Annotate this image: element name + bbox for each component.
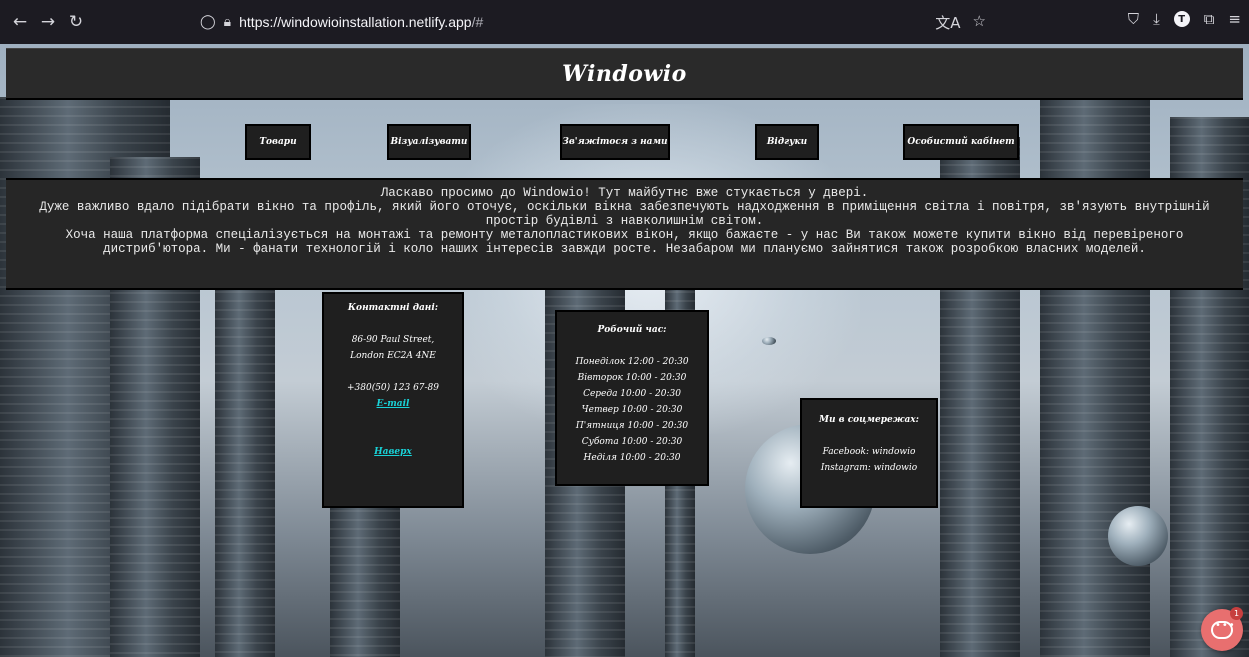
intro-text-block: Ласкаво просимо до Windowio! Тут майбутн… <box>6 178 1243 290</box>
intro-paragraph-1: Дуже важливо вдало підібрати вікно та пр… <box>39 200 1210 228</box>
menu-item-products[interactable]: Товари <box>245 124 311 160</box>
menu-item-visualize[interactable]: Візуалізувати <box>387 124 471 160</box>
chat-notification-badge: 1 <box>1230 607 1243 620</box>
background-tower <box>215 237 275 657</box>
working-hours-box: Робочий час: Понеділок 12:00 - 20:30 Вів… <box>555 310 709 486</box>
hours-heading: Робочий час: <box>597 325 667 335</box>
site-title[interactable]: Windowio <box>562 61 687 87</box>
hours-wednesday: Середа 10:00 - 20:30 <box>583 389 681 399</box>
intro-paragraph-2: Хоча наша платформа спеціалізується на м… <box>65 228 1184 256</box>
social-heading: Ми в соцмережах: <box>819 415 919 425</box>
hours-saturday: Субота 10:00 - 20:30 <box>581 437 683 447</box>
chat-widget-button[interactable]: 1 <box>1201 607 1243 651</box>
background-sphere <box>762 337 776 345</box>
contacts-heading: Контактні дані: <box>347 303 439 313</box>
phone-number: +380(50) 123 67-89 <box>346 383 440 393</box>
extensions-icon[interactable]: ⧉ <box>1204 10 1215 28</box>
reload-icon[interactable]: ↻ <box>62 12 90 32</box>
hours-friday: П'ятниця 10:00 - 20:30 <box>575 421 689 431</box>
page-viewport: Windowio Товари Візуалізувати Зв'яжітося… <box>0 44 1249 657</box>
address-bar[interactable]: ◯ 🔒︎ https://windowioinstallation.netlif… <box>200 7 998 37</box>
contacts-box: Контактні дані: 86-90 Paul Street, Londo… <box>322 292 464 508</box>
download-icon[interactable]: ⤓ <box>1153 10 1160 28</box>
hours-monday: Понеділок 12:00 - 20:30 <box>575 357 689 367</box>
menu-item-account[interactable]: Особистий кабінет <box>903 124 1019 160</box>
email-link[interactable]: E-mail <box>377 399 410 409</box>
menu-icon[interactable]: ≡ <box>1228 10 1241 28</box>
address-line-1: 86-90 Paul Street, <box>351 335 435 345</box>
account-icon[interactable]: T <box>1173 11 1190 27</box>
url-path: /# <box>471 14 484 30</box>
hours-thursday: Четвер 10:00 - 20:30 <box>581 405 683 415</box>
pocket-icon[interactable]: ⛉ <box>1128 10 1139 28</box>
facebook-account: Facebook: windowio <box>822 447 916 457</box>
browser-toolbar: ← → ↻ ◯ 🔒︎ https://windowioinstallation.… <box>0 0 1249 44</box>
background-sphere <box>1108 506 1168 566</box>
menu-item-contact-us[interactable]: Зв'яжітося з нами <box>560 124 670 160</box>
menu-item-reviews[interactable]: Відгуки <box>755 124 819 160</box>
address-line-2: London EC2A 4NE <box>350 351 436 361</box>
site-header: Windowio <box>6 48 1243 100</box>
translate-icon[interactable]: 文A <box>935 12 960 33</box>
back-to-top-link[interactable]: Наверх <box>374 447 412 457</box>
forward-arrow-icon[interactable]: → <box>34 12 62 32</box>
social-box: Ми в соцмережах: Facebook: windowio Inst… <box>800 398 938 508</box>
hours-tuesday: Вівторок 10:00 - 20:30 <box>577 373 687 383</box>
star-icon[interactable]: ☆ <box>973 12 986 33</box>
shield-icon[interactable]: ◯ <box>200 14 216 30</box>
lock-icon[interactable]: 🔒︎ <box>224 14 231 30</box>
url-text[interactable]: https://windowioinstallation.netlify.app… <box>239 14 483 30</box>
hours-sunday: Неділя 10:00 - 20:30 <box>583 453 681 463</box>
back-arrow-icon[interactable]: ← <box>6 12 34 32</box>
intro-welcome: Ласкаво просимо до Windowio! Тут майбутн… <box>380 186 869 200</box>
instagram-account: Instagram: windowio <box>820 463 918 473</box>
url-host: https://windowioinstallation.netlify.app <box>239 14 472 30</box>
chat-bubble-icon <box>1211 620 1236 639</box>
